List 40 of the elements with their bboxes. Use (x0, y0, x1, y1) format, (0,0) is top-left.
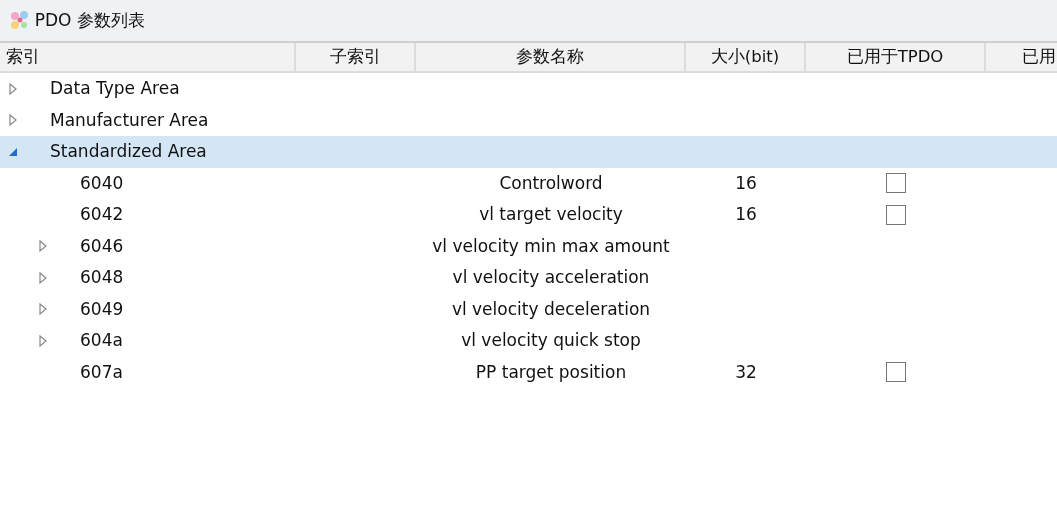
index-text: 6046 (80, 234, 124, 258)
column-header[interactable]: 已用 (1022, 47, 1056, 66)
index-text: Standardized Area (50, 140, 207, 163)
column-header[interactable]: 索引 (6, 47, 40, 66)
expand-icon[interactable] (38, 239, 48, 254)
parameter-name: PP target position (475, 361, 627, 382)
column-header[interactable]: 参数名称 (516, 47, 584, 66)
index-text: 6042 (80, 203, 124, 226)
expand-icon[interactable] (8, 81, 18, 96)
expand-icon[interactable] (8, 113, 18, 128)
index-text: 6049 (80, 297, 124, 321)
checkbox[interactable] (886, 173, 906, 194)
parameter-name: vl target velocity (479, 204, 623, 224)
column-header[interactable]: 子索引 (329, 47, 381, 66)
column-header[interactable]: 已用于TPDO (846, 47, 944, 66)
index-text: 6040 (80, 171, 124, 195)
parameter-name: vl velocity min max amount (432, 235, 670, 256)
index-text: 607a (80, 360, 123, 384)
expand-icon[interactable] (38, 270, 48, 285)
tree-row[interactable]: Data Type Area (0, 73, 1057, 105)
parameter-name: vl velocity quick stop (461, 330, 641, 350)
index-text: Data Type Area (50, 77, 180, 100)
index-text: 6048 (80, 266, 124, 289)
parameter-name: vl velocity deceleration (451, 298, 651, 319)
column-header[interactable]: 大小(bit) (710, 47, 780, 66)
logo-icon (8, 9, 31, 32)
parameter-name: Controlword (499, 172, 603, 193)
tree-row[interactable]: Standardized Area (0, 136, 1057, 168)
index-text: Manufacturer Area (50, 108, 209, 132)
expand-icon[interactable] (38, 333, 48, 348)
checkbox[interactable] (886, 204, 906, 225)
index-text: 604a (80, 329, 123, 352)
size-value: 32 (735, 361, 757, 382)
size-value: 16 (735, 172, 757, 193)
parameter-name: vl velocity acceleration (452, 267, 650, 287)
window-title: PDO 参数列表 (34, 8, 145, 32)
expand-icon[interactable] (38, 302, 48, 317)
size-value: 16 (735, 204, 757, 224)
checkbox[interactable] (886, 362, 906, 383)
tree-row[interactable]: Manufacturer Area (0, 104, 1057, 136)
